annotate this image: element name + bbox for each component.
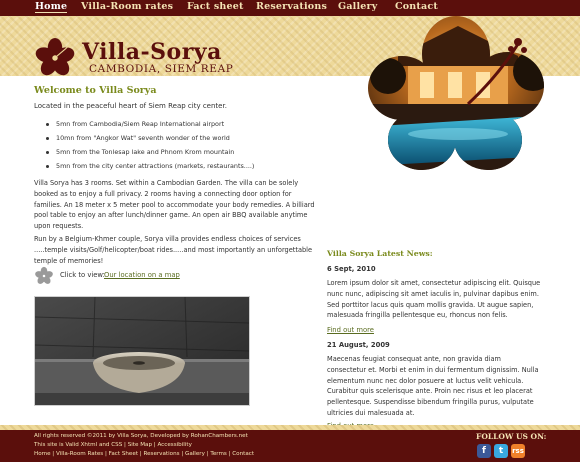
copyright-text: All rights reserved ©2011 by Villa Sorya… — [34, 433, 248, 439]
map-row: Click to view: Our location on a map — [34, 266, 294, 286]
footer-nav-links[interactable]: Home | Villa-Room Rates | Fact Sheet | R… — [34, 451, 254, 457]
rss-icon[interactable]: rss — [511, 444, 525, 458]
nav-gallery[interactable]: Gallery — [338, 1, 377, 12]
list-item: 5mn from the Tonlesap lake and Phnom Kro… — [46, 145, 306, 159]
description-paragraph: Villa Sorya has 3 rooms. Set within a Ca… — [34, 179, 315, 231]
welcome-heading: Welcome to Villa Sorya — [34, 85, 157, 96]
list-item: 10mn from "Angkor Wat" seventh wonder of… — [46, 131, 306, 145]
hibiscus-flower-icon[interactable] — [32, 38, 78, 78]
find-out-more-link[interactable]: Find out more — [327, 326, 374, 334]
validation-links[interactable]: This site is Valid Xhtml and CSS | Site … — [34, 442, 192, 448]
nav-contact[interactable]: Contact — [395, 1, 438, 12]
news-heading: Villa Sorya Latest News: — [327, 249, 433, 258]
list-item: 5mn from the city center attractions (ma… — [46, 159, 306, 173]
feature-list: 5mn from Cambodia/Siem Reap Internationa… — [46, 117, 306, 173]
follow-us-label: Follow us on: — [476, 432, 547, 441]
logo-subtitle: Cambodia, Siem Reap — [89, 63, 234, 75]
news-date: 6 Sept, 2010 — [327, 265, 376, 273]
facebook-icon[interactable]: f — [477, 444, 491, 458]
news-date: 21 August, 2009 — [327, 341, 390, 349]
twitter-icon[interactable]: t — [494, 444, 508, 458]
list-item: 5mn from Cambodia/Siem Reap Internationa… — [46, 117, 306, 131]
nav-villa-room-rates[interactable]: Villa-Room rates — [81, 1, 173, 12]
hibiscus-small-icon — [35, 266, 53, 284]
stone-basin-photo — [34, 296, 250, 406]
map-link[interactable]: Our location on a map — [104, 271, 180, 279]
logo-title[interactable]: Villa-Sorya — [82, 39, 222, 65]
pool-hero-image — [368, 16, 544, 170]
intro-text: Located in the peaceful heart of Siem Re… — [34, 102, 227, 110]
news-text: Lorem ipsum dolor sit amet, consectetur … — [327, 279, 541, 320]
news-text: Maecenas feugiat consequat ante, non gra… — [327, 355, 539, 417]
nav-reservations[interactable]: Reservations — [256, 1, 327, 12]
nav-home[interactable]: Home — [35, 1, 68, 13]
top-navigation: Home Villa-Room rates Fact sheet Reserva… — [0, 0, 580, 16]
footer: All rights reserved ©2011 by Villa Sorya… — [0, 430, 580, 462]
map-label: Click to view: — [60, 271, 105, 279]
nav-fact-sheet[interactable]: Fact sheet — [187, 1, 244, 12]
services-paragraph: Run by a Belgium-Khmer couple, Sorya vil… — [34, 235, 313, 265]
